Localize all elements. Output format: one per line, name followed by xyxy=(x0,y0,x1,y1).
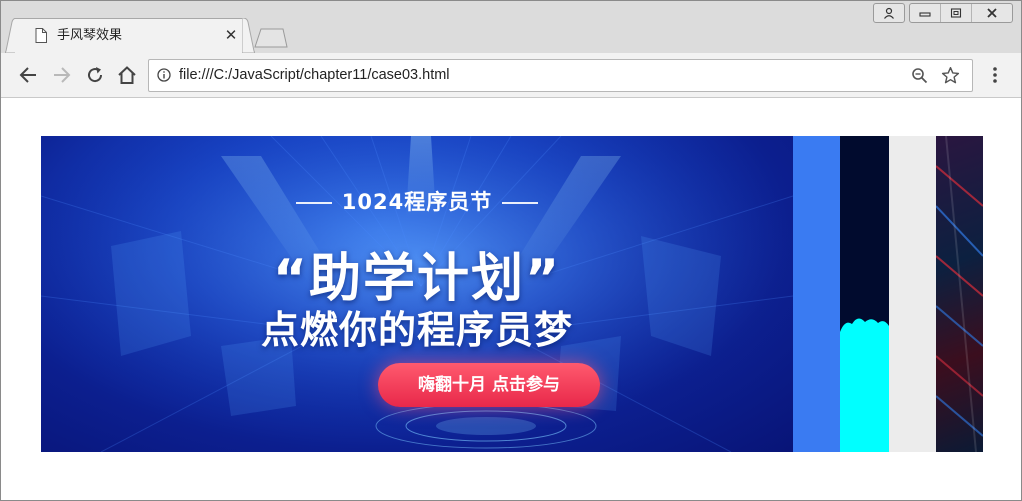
accordion: 1024程序员节 “助学计划” 点燃你的程序员梦 嗨翻十月 点击参与 xyxy=(41,136,983,452)
accordion-panel-4[interactable] xyxy=(889,136,936,452)
close-window-icon[interactable] xyxy=(971,4,1012,22)
page-content: 1024程序员节 “助学计划” 点燃你的程序员梦 嗨翻十月 点击参与 xyxy=(1,98,1021,500)
minimize-icon[interactable] xyxy=(910,4,940,22)
title-bar: 手风琴效果 ✕ xyxy=(1,1,1021,54)
panel-5-graphic xyxy=(936,136,983,452)
accordion-panel-3[interactable] xyxy=(840,136,889,452)
info-icon[interactable] xyxy=(157,68,171,82)
panel-3-graphic xyxy=(840,318,889,452)
banner-tagline: 点燃你的程序员梦 xyxy=(260,308,573,352)
user-profile-icon[interactable] xyxy=(873,3,905,23)
window-buttons xyxy=(909,3,1013,23)
home-icon[interactable] xyxy=(115,63,139,87)
browser-tab[interactable] xyxy=(15,18,243,54)
tab-close-icon[interactable]: ✕ xyxy=(223,27,239,43)
url-text[interactable]: file:///C:/JavaScript/chapter11/case03.h… xyxy=(179,66,450,84)
forward-arrow-icon[interactable] xyxy=(50,63,74,87)
bookmark-star-icon[interactable] xyxy=(941,66,960,85)
divider-line xyxy=(502,202,539,204)
address-bar[interactable]: file:///C:/JavaScript/chapter11/case03.h… xyxy=(148,59,973,92)
new-tab-button[interactable] xyxy=(253,28,289,48)
restore-icon[interactable] xyxy=(940,4,971,22)
divider-line xyxy=(295,202,332,204)
cta-button[interactable]: 嗨翻十月 点击参与 xyxy=(378,363,600,407)
accordion-panel-5[interactable] xyxy=(936,136,983,452)
banner-subtitle: 1024程序员节 xyxy=(41,186,793,216)
menu-kebab-icon[interactable] xyxy=(986,66,1004,84)
reload-icon[interactable] xyxy=(83,63,107,87)
browser-window: 手风琴效果 ✕ file:///C:/JavaScript/chapter11/… xyxy=(0,0,1022,501)
accordion-panel-1[interactable]: 1024程序员节 “助学计划” 点燃你的程序员梦 嗨翻十月 点击参与 xyxy=(41,136,793,452)
browser-toolbar: file:///C:/JavaScript/chapter11/case03.h… xyxy=(1,53,1021,98)
page-icon xyxy=(35,28,47,43)
back-arrow-icon[interactable] xyxy=(16,63,40,87)
accordion-panel-2[interactable] xyxy=(793,136,840,452)
banner-subtitle-text: 1024程序员节 xyxy=(341,190,493,214)
zoom-icon[interactable] xyxy=(911,67,928,84)
tab-title: 手风琴效果 xyxy=(57,28,123,43)
window-controls xyxy=(869,3,1013,23)
